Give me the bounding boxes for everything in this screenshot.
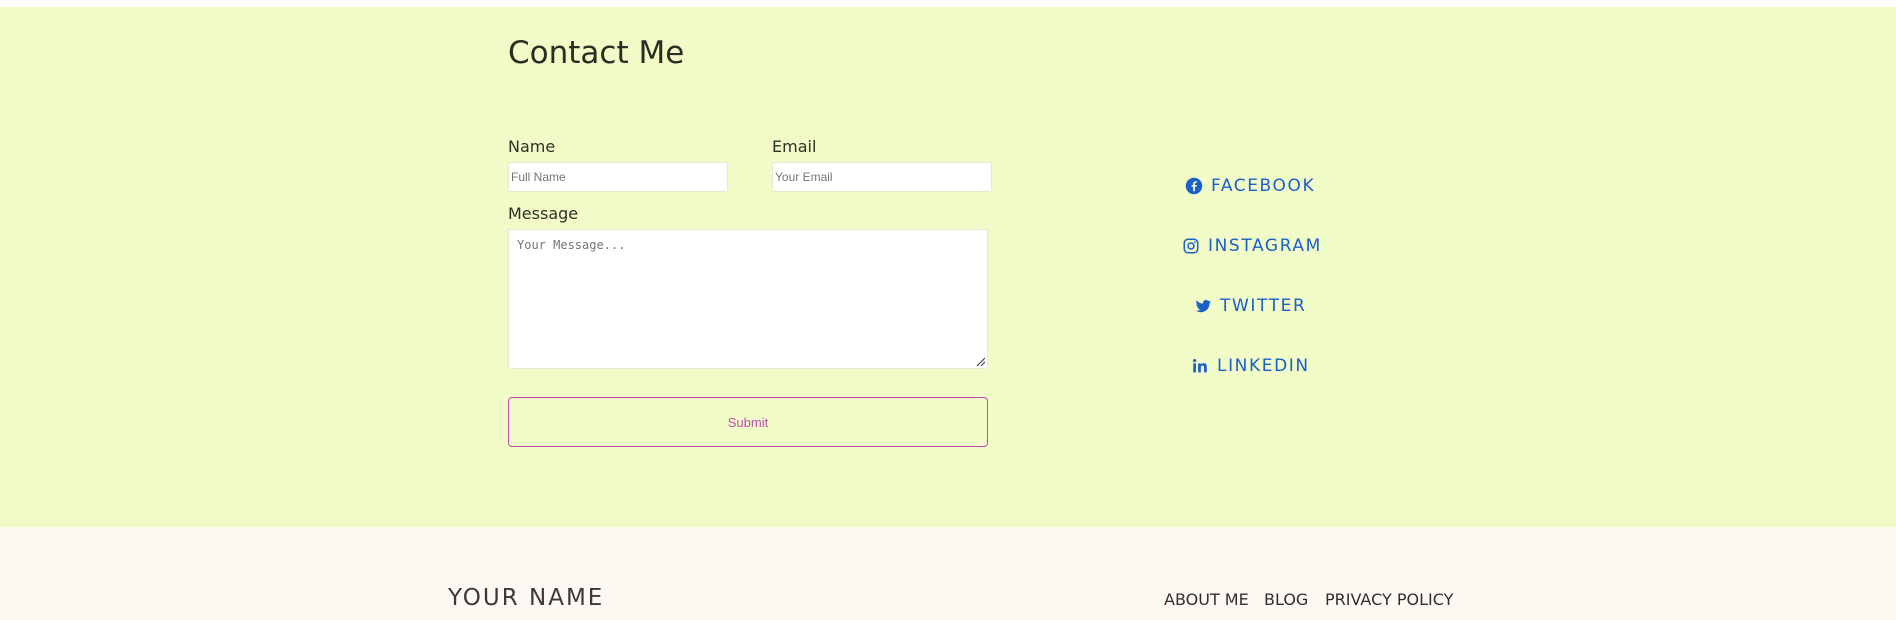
instagram-label: INSTAGRAM: [1208, 236, 1322, 256]
email-label: Email: [772, 137, 817, 156]
linkedin-icon: [1193, 359, 1207, 373]
contact-title: Contact Me: [508, 35, 685, 71]
name-label: Name: [508, 137, 556, 156]
twitter-link[interactable]: TWITTER: [1194, 296, 1306, 316]
message-textarea[interactable]: Your Message...: [508, 229, 988, 369]
resize-handle-icon[interactable]: [975, 356, 985, 366]
footer-brand: YOUR NAME: [448, 585, 605, 611]
instagram-icon: [1183, 238, 1199, 254]
submit-button[interactable]: Submit: [508, 397, 988, 447]
facebook-label: FACEBOOK: [1211, 176, 1316, 196]
twitter-icon: [1195, 300, 1212, 313]
linkedin-label: LINKEDIN: [1217, 356, 1310, 376]
facebook-icon: [1185, 177, 1203, 195]
footer-nav-about-me[interactable]: ABOUT ME: [1164, 590, 1249, 609]
top-strip: [0, 0, 1896, 7]
twitter-label: TWITTER: [1220, 296, 1307, 316]
instagram-link[interactable]: INSTAGRAM: [1182, 236, 1322, 256]
linkedin-link[interactable]: LINKEDIN: [1191, 356, 1310, 376]
name-input[interactable]: [508, 162, 728, 192]
facebook-link[interactable]: FACEBOOK: [1185, 176, 1315, 196]
footer: YOUR NAME ABOUT ME BLOG PRIVACY POLICY: [0, 527, 1896, 620]
email-input[interactable]: [772, 162, 992, 192]
message-placeholder: Your Message...: [517, 238, 626, 252]
footer-nav-blog[interactable]: BLOG: [1264, 590, 1308, 609]
message-label: Message: [508, 204, 579, 223]
contact-section: Contact Me Name Email Message Your Messa…: [0, 7, 1896, 527]
footer-nav-privacy-policy[interactable]: PRIVACY POLICY: [1325, 590, 1453, 609]
